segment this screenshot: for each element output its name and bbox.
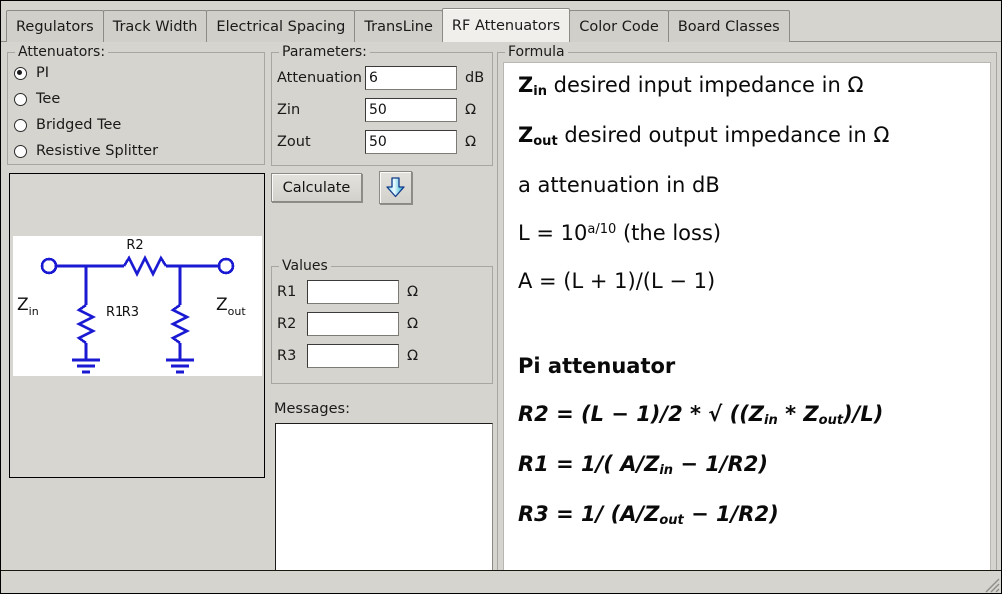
value-unit: Ω (407, 316, 419, 332)
formula-line-heading: Pi attenuator (518, 353, 676, 378)
attenuator-option-tee[interactable]: Tee (14, 89, 60, 109)
values-legend: Values (279, 258, 331, 274)
messages-label: Messages: (274, 401, 350, 417)
parameters-groupbox: Parameters: Attenuation dB Zin Ω Zout Ω (271, 44, 493, 166)
tab-regulators[interactable]: Regulators (6, 10, 104, 42)
radio-label: PI (36, 65, 50, 81)
schematic-label-zin: Zin (17, 295, 39, 318)
formula-text-panel: Zin desired input impedance in Ω Zout des… (503, 62, 991, 593)
parameter-label: Zin (277, 102, 301, 118)
radio-label: Tee (36, 91, 61, 107)
calculate-row: Calculate (271, 171, 413, 206)
radio-indicator[interactable] (14, 66, 27, 80)
value-input-r3[interactable] (307, 344, 399, 368)
value-label: R1 (277, 284, 297, 300)
parameter-label: Zout (277, 134, 311, 150)
value-label: R3 (277, 348, 297, 364)
tab-strip: Regulators Track Width Electrical Spacing T… (6, 8, 790, 42)
tab-board-classes[interactable]: Board Classes (667, 10, 790, 42)
transfer-to-clipboard-button[interactable] (379, 171, 413, 204)
formula-legend: Formula (505, 44, 568, 60)
tab-electrical-spacing[interactable]: Electrical Spacing (206, 10, 356, 42)
parameter-unit: Ω (465, 102, 477, 118)
calculate-button[interactable]: Calculate (271, 173, 362, 202)
radio-indicator[interactable] (14, 118, 27, 132)
parameter-label: Attenuation (277, 70, 362, 86)
attenuator-option-resistive-splitter[interactable]: Resistive Splitter (14, 141, 158, 161)
formula-line-r2_eq: R2 = (L − 1)/2 * √ ((Zin * Zout)/L) (518, 401, 884, 428)
tab-transline[interactable]: TransLine (354, 10, 443, 42)
value-row: R1 Ω (277, 279, 489, 305)
value-input-r1[interactable] (307, 280, 399, 304)
schematic-canvas: R2 R1 R3 Zin Zout (13, 236, 262, 376)
parameter-row: Attenuation dB (277, 65, 489, 91)
schematic-label-r3: R3 (122, 305, 139, 320)
parameter-row: Zin Ω (277, 97, 489, 123)
tab-content-rf-attenuators: Attenuators: PI Tee Bridged Tee Resistive S… (1, 42, 1001, 593)
value-row: R3 Ω (277, 343, 489, 369)
formula-spacer (518, 319, 990, 329)
resize-grip-icon[interactable] (983, 576, 1001, 594)
radio-label: Resistive Splitter (36, 143, 159, 159)
tab-bar: Regulators Track Width Electrical Spacing T… (1, 1, 1001, 42)
formula-line-r3_eq: R3 = 1/ (A/Zout − 1/R2) (518, 501, 779, 528)
formula-line-loss: L = 10a/10 (the loss) (518, 220, 722, 245)
attenuators-legend: Attenuators: (15, 44, 109, 60)
tab-rf-attenuators[interactable]: RF Attenuators (441, 8, 571, 42)
messages-output-box[interactable] (275, 423, 493, 593)
formula-line-zout_def: Zout desired output impedance in Ω (518, 122, 890, 149)
value-unit: Ω (407, 348, 419, 364)
down-arrow-icon (386, 177, 405, 198)
parameters-legend: Parameters: (279, 44, 370, 60)
values-groupbox: Values R1 Ω R2 Ω R3 Ω (271, 258, 493, 384)
parameter-input-attenuation[interactable] (365, 66, 457, 90)
pcb-calculator-window: Regulators Track Width Electrical Spacing T… (0, 0, 1002, 594)
value-unit: Ω (407, 284, 419, 300)
parameter-row: Zout Ω (277, 129, 489, 155)
parameter-input-zout[interactable] (365, 130, 457, 154)
pi-attenuator-schematic-svg: R2 R1 R3 Zin Zout (17, 238, 246, 374)
tab-color-code[interactable]: Color Code (569, 10, 669, 42)
attenuator-option-bridged-tee[interactable]: Bridged Tee (14, 115, 121, 135)
parameter-input-zin[interactable] (365, 98, 457, 122)
formula-groupbox: Formula Zin desired input impedance in Ω… (497, 44, 997, 593)
formula-line-r1_eq: R1 = 1/( A/Zin − 1/R2) (518, 451, 768, 478)
formula-line-zin_def: Zin desired input impedance in Ω (518, 73, 864, 99)
radio-indicator[interactable] (14, 144, 27, 158)
parameter-unit: Ω (465, 134, 477, 150)
formula-line-a_calc: A = (L + 1)/(L − 1) (518, 268, 716, 293)
schematic-label-zout: Zout (216, 295, 246, 318)
schematic-diagram-panel: R2 R1 R3 Zin Zout (9, 173, 265, 478)
radio-indicator[interactable] (14, 92, 27, 106)
value-input-r2[interactable] (307, 312, 399, 336)
status-bar (1, 570, 1001, 594)
parameter-unit: dB (465, 70, 485, 86)
value-label: R2 (277, 316, 297, 332)
value-row: R2 Ω (277, 311, 489, 337)
formula-line-a_def: a attenuation in dB (518, 172, 720, 197)
attenuators-groupbox: Attenuators: PI Tee Bridged Tee Resistive S… (7, 44, 265, 165)
radio-label: Bridged Tee (36, 117, 122, 133)
schematic-label-r2: R2 (126, 238, 143, 253)
attenuator-option-pi[interactable]: PI (14, 63, 49, 83)
tab-track-width[interactable]: Track Width (102, 10, 208, 42)
